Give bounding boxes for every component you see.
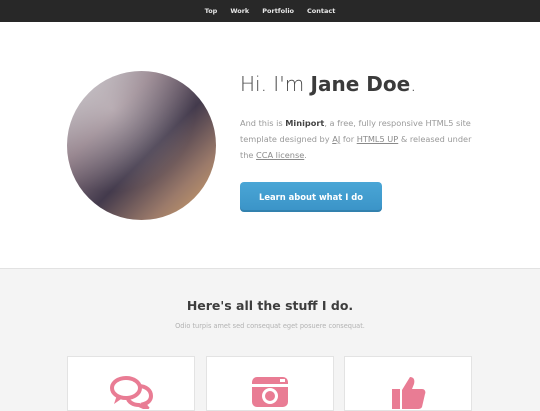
greeting-text: Hi. I'm <box>240 72 311 96</box>
license-link[interactable]: CCA license <box>256 150 304 160</box>
nav-work-link[interactable]: Work <box>224 7 256 15</box>
intro-text: And this is <box>240 118 286 128</box>
nav-contact-link[interactable]: Contact <box>301 7 342 15</box>
service-card-comments <box>67 356 195 411</box>
service-card-camera <box>206 356 334 411</box>
camera-icon <box>252 377 288 407</box>
learn-more-button[interactable]: Learn about what I do <box>240 182 382 212</box>
for-text: for <box>340 134 357 144</box>
profile-avatar <box>67 71 216 220</box>
top-nav: Top Work Portfolio Contact <box>0 0 540 22</box>
work-section-title: Here's all the stuff I do. <box>186 298 354 313</box>
hero-title: Hi. I'm Jane Doe. <box>240 72 417 96</box>
site-link[interactable]: HTML5 UP <box>357 134 399 144</box>
hero-description: And this is Miniport, a free, fully resp… <box>240 115 485 163</box>
work-section-subtitle: Odio turpis amet sed consequat eget posu… <box>175 322 365 330</box>
nav-top-link[interactable]: Top <box>198 7 224 15</box>
nav-portfolio-link[interactable]: Portfolio <box>256 7 301 15</box>
service-card-thumbs-up <box>344 356 472 411</box>
thumbs-up-icon <box>392 377 426 409</box>
hero-name: Jane Doe <box>310 72 411 96</box>
hero-section: Hi. I'm Jane Doe. And this is Miniport, … <box>0 22 540 269</box>
title-period: . <box>410 72 417 96</box>
comments-icon <box>110 376 153 409</box>
end-period: . <box>304 150 307 160</box>
brand-name: Miniport <box>285 118 325 128</box>
